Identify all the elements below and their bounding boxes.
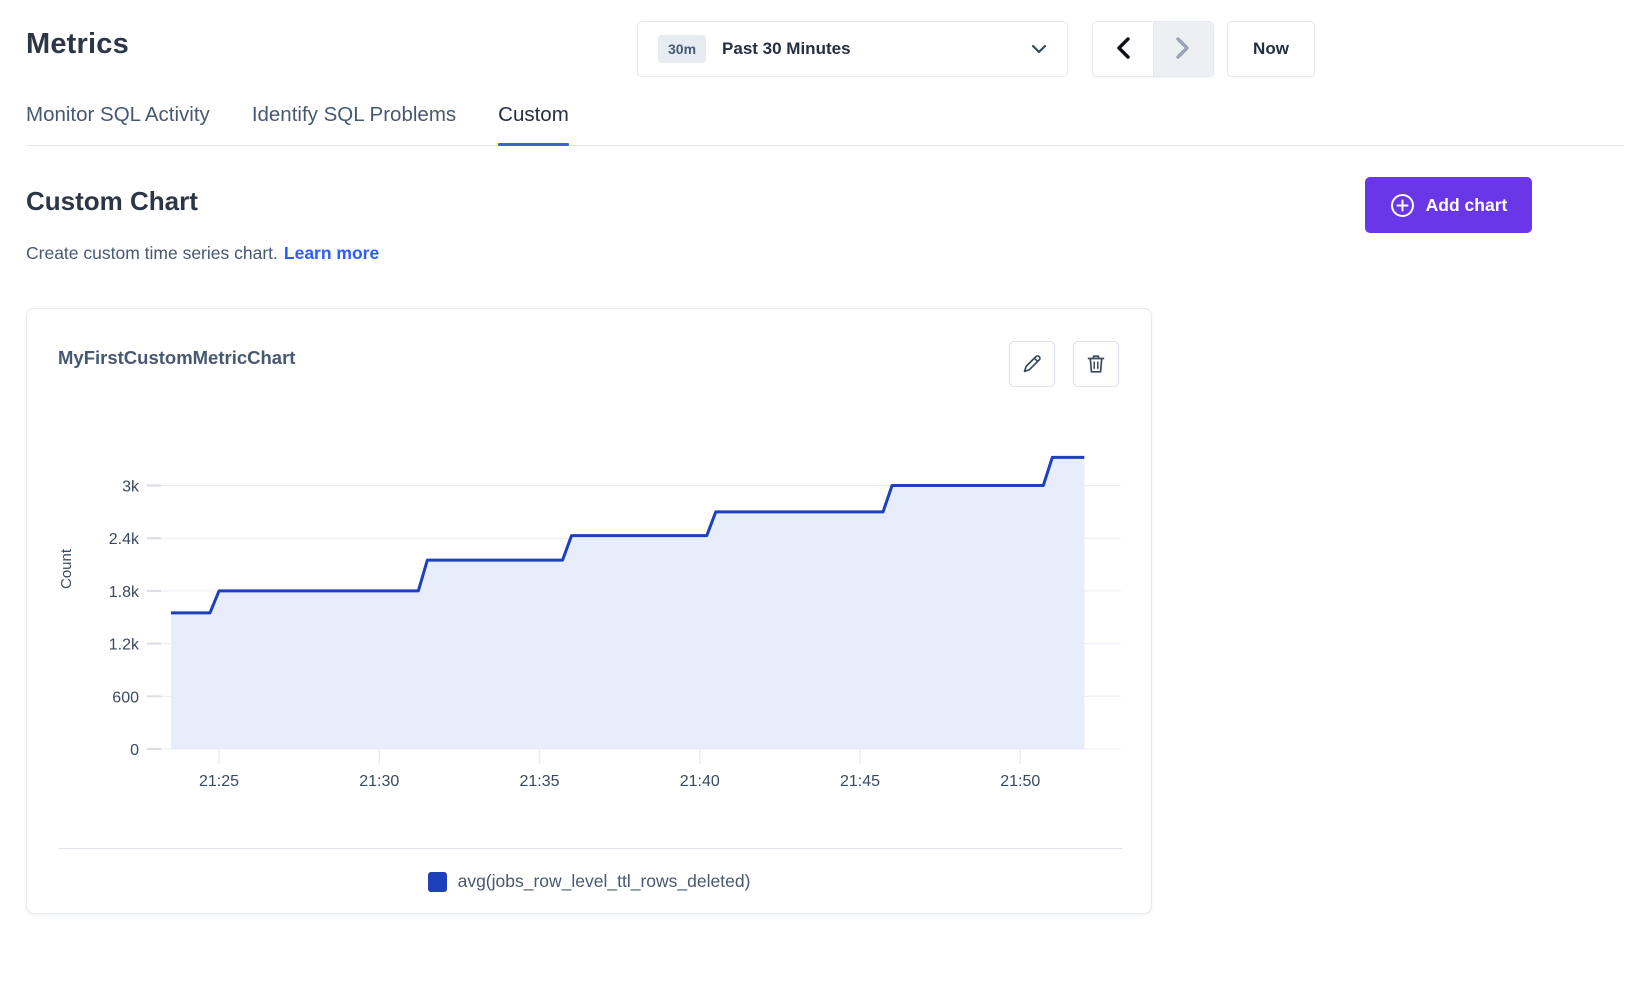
chevron-right-icon: [1175, 37, 1191, 62]
time-series-chart[interactable]: 06001.2k1.8k2.4k3kCount21:2521:3021:3521…: [27, 409, 1153, 809]
svg-text:21:50: 21:50: [1000, 773, 1040, 790]
svg-text:21:35: 21:35: [519, 773, 559, 790]
svg-text:2.4k: 2.4k: [109, 531, 140, 548]
legend-label: avg(jobs_row_level_ttl_rows_deleted): [458, 871, 751, 892]
section-subtitle: Create custom time series chart. Learn mo…: [26, 243, 379, 264]
edit-chart-button[interactable]: [1009, 341, 1055, 387]
delete-chart-button[interactable]: [1073, 341, 1119, 387]
add-chart-label: Add chart: [1426, 195, 1508, 216]
metrics-page: Metrics 30m Past 30 Minutes Now Monitor …: [0, 0, 1650, 982]
chevron-down-icon: [1031, 44, 1047, 54]
series-area-fill: [171, 457, 1084, 749]
custom-chart-card: MyFirstCustomMetricChart 0 600 1.2k 1.8k 2.4…: [26, 308, 1152, 914]
now-button[interactable]: Now: [1227, 21, 1315, 77]
svg-text:21:25: 21:25: [199, 773, 239, 790]
svg-text:600: 600: [112, 689, 139, 706]
learn-more-link[interactable]: Learn more: [284, 243, 379, 263]
time-range-label: Past 30 Minutes: [722, 39, 851, 59]
section-subtitle-text: Create custom time series chart.: [26, 243, 278, 263]
svg-text:21:45: 21:45: [840, 773, 880, 790]
svg-text:1.2k: 1.2k: [109, 637, 140, 654]
time-pager: [1092, 21, 1214, 77]
chart-canvas: 06001.2k1.8k2.4k3kCount21:2521:3021:3521…: [27, 409, 1153, 809]
add-chart-button[interactable]: Add chart: [1365, 177, 1532, 233]
time-forward-button[interactable]: [1153, 22, 1214, 76]
y-axis-label: Count: [58, 548, 75, 589]
svg-text:0: 0: [130, 742, 139, 759]
chart-legend: avg(jobs_row_level_ttl_rows_deleted): [27, 871, 1151, 892]
page-title: Metrics: [26, 28, 129, 61]
pencil-icon: [1020, 352, 1044, 376]
time-range-badge: 30m: [658, 35, 706, 63]
legend-divider: [58, 848, 1122, 849]
plus-circle-icon: [1390, 193, 1415, 218]
x-axis: 21:25 21:30 21:35 21:40 21:45 21:50: [199, 749, 1040, 790]
trash-icon: [1084, 352, 1108, 376]
svg-text:21:40: 21:40: [680, 773, 720, 790]
svg-text:3k: 3k: [122, 479, 140, 496]
chevron-left-icon: [1115, 37, 1131, 62]
chart-title: MyFirstCustomMetricChart: [58, 347, 295, 369]
tab-identify-sql-problems[interactable]: Identify SQL Problems: [252, 100, 456, 145]
svg-text:21:30: 21:30: [359, 773, 399, 790]
tab-bar: Monitor SQL Activity Identify SQL Proble…: [26, 100, 1624, 146]
section-title: Custom Chart: [26, 186, 198, 217]
tab-monitor-sql-activity[interactable]: Monitor SQL Activity: [26, 100, 210, 145]
legend-swatch: [428, 872, 447, 892]
time-back-button[interactable]: [1093, 22, 1153, 76]
time-range-selector[interactable]: 30m Past 30 Minutes: [637, 21, 1068, 77]
tab-custom[interactable]: Custom: [498, 100, 569, 145]
svg-text:1.8k: 1.8k: [109, 584, 140, 601]
